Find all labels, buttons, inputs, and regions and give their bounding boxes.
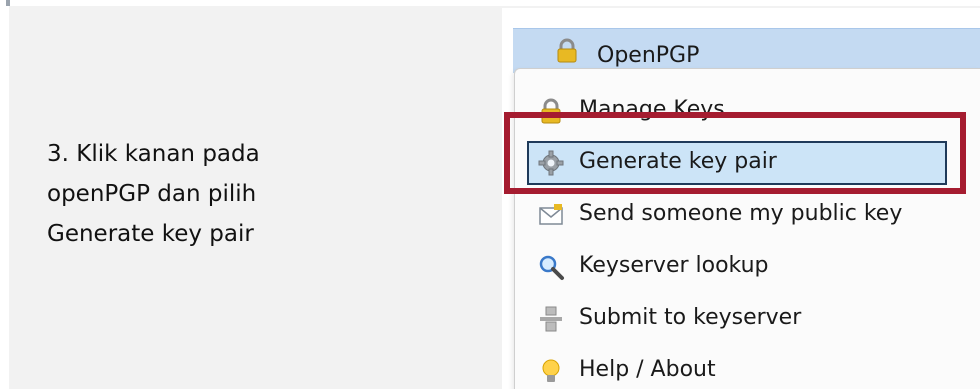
- instruction-line-3: Generate key pair: [47, 221, 254, 247]
- annotation-highlight-box: [504, 112, 966, 194]
- tree-node-label: OpenPGP: [597, 43, 700, 68]
- instruction-line-2: openPGP dan pilih: [47, 181, 257, 207]
- envelope-icon: [537, 201, 565, 229]
- menu-item-keyserver-lookup[interactable]: Keyserver lookup: [515, 245, 980, 289]
- tree-node-openpgp[interactable]: OpenPGP: [513, 28, 980, 73]
- lightbulb-icon: [537, 357, 565, 385]
- server-icon: [537, 305, 565, 333]
- magnifier-icon: [537, 253, 565, 281]
- menu-item-label: Keyserver lookup: [579, 253, 769, 278]
- instruction-text: 3. Klik kanan pada openPGP dan pilih Gen…: [47, 134, 377, 254]
- menu-item-label: Submit to keyserver: [579, 305, 802, 330]
- menu-item-help-about[interactable]: Help / About: [515, 349, 980, 389]
- menu-item-label: Send someone my public key: [579, 201, 903, 226]
- menu-item-send-public-key[interactable]: Send someone my public key: [515, 193, 980, 237]
- instruction-line-1: 3. Klik kanan pada: [47, 141, 260, 167]
- menu-item-submit-to-keyserver[interactable]: Submit to keyserver: [515, 297, 980, 341]
- padlock-icon: [554, 38, 580, 68]
- screenshot-crop: OpenPGP Manage Keys Generate key pair Se…: [502, 8, 980, 389]
- menu-item-label: Help / About: [579, 357, 716, 382]
